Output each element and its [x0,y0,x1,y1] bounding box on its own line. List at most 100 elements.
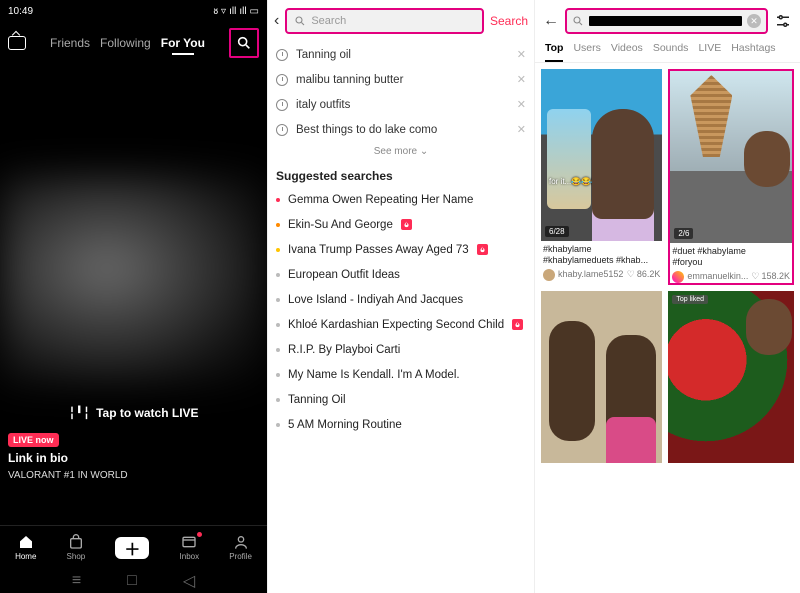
result-thumbnail: for it...😂😂😂 6/28 [541,69,662,241]
result-tab-videos[interactable]: Videos [611,42,643,62]
result-tab-users[interactable]: Users [573,42,600,62]
suggested-search-row[interactable]: Gemma Owen Repeating Her Name [268,187,534,212]
remove-icon[interactable]: ✕ [517,48,526,61]
search-input[interactable]: ✕ [565,8,768,34]
equalizer-icon: ╎╹╎ [68,406,90,420]
recent-search-text: italy outfits [296,99,350,111]
inbox-notification-dot [197,532,202,537]
rank-dot [276,298,280,302]
suggested-search-row[interactable]: 5 AM Morning Routine [268,412,534,437]
result-tab-top[interactable]: Top [545,42,563,62]
nav-inbox[interactable]: Inbox [180,534,200,561]
suggested-search-row[interactable]: Love Island - Indiyah And Jacques [268,287,534,312]
filter-icon[interactable] [774,12,792,30]
avatar [543,269,555,281]
result-card[interactable]: for it...😂😂😂 6/28 #khabylame #khabylamed… [541,69,662,285]
tab-following[interactable]: Following [100,36,151,50]
live-tv-icon[interactable] [8,36,26,50]
pager-badge: 6/28 [545,226,569,237]
clock-icon [276,124,288,136]
suggested-search-row[interactable]: European Outfit Ideas [268,262,534,287]
recent-search-row[interactable]: malibu tanning butter✕ [276,67,526,92]
search-results-panel: ← ✕ Top Users Videos Sounds LIVE Hashtags for… [534,0,800,593]
result-tab-sounds[interactable]: Sounds [653,42,689,62]
like-count: 86.2K [637,269,661,280]
bell-icon: ᴕ [213,6,218,17]
rank-dot [276,323,280,327]
plus-icon: ＋ [115,537,149,559]
recent-search-row[interactable]: Best things to do lake como✕ [276,117,526,142]
rank-dot [276,348,280,352]
recent-search-row[interactable]: italy outfits ✕ [276,92,526,117]
live-now-badge: LIVE now [8,433,59,447]
home-button-icon[interactable]: □ [127,572,137,590]
bottom-nav: Home Shop ＋ Inbox Profile [0,525,267,569]
nav-inbox-label: Inbox [180,552,200,561]
chevron-down-icon: ⌄ [420,146,428,157]
suggested-title: Suggested searches [268,167,534,187]
hashtag-line: #foryou [672,257,790,268]
hashtag-line: #khabylame [543,244,660,255]
suggested-search-row[interactable]: Ekin-Su And George [268,212,534,237]
tab-for-you[interactable]: For You [161,36,205,50]
fire-icon [477,244,488,255]
status-time: 10:49 [8,6,33,17]
nav-profile[interactable]: Profile [229,534,252,561]
result-card[interactable] [541,291,662,463]
tab-friends[interactable]: Friends [50,36,90,50]
suggested-search-row[interactable]: My Name Is Kendall. I'm A Model. [268,362,534,387]
result-tab-live[interactable]: LIVE [698,42,721,62]
wifi-icon: ▿ [221,6,226,17]
suggested-search-row[interactable]: Tanning Oil [268,387,534,412]
see-more-button[interactable]: See more ⌄ [268,142,534,167]
result-thumbnail: Top liked [668,291,794,463]
caption-title: Link in bio [8,451,68,465]
nav-home[interactable]: Home [15,534,36,561]
suggested-text: Gemma Owen Repeating Her Name [288,194,473,206]
home-icon [17,534,35,550]
signal-icon: ıll [239,6,246,17]
suggested-text: Ivana Trump Passes Away Aged 73 [288,244,469,256]
nav-create[interactable]: ＋ [115,537,149,559]
battery-icon: ▭ [250,6,259,17]
pager-badge: 2/6 [674,228,693,239]
inbox-icon [180,534,198,550]
status-bar: 10:49 ᴕ ▿ ıll ıll ▭ [0,0,267,20]
suggested-text: Khloé Kardashian Expecting Second Child [288,319,504,331]
result-card[interactable]: Top liked [668,291,794,463]
clock-icon [276,99,288,111]
result-tab-hashtags[interactable]: Hashtags [731,42,775,62]
feed-video[interactable]: ╎╹╎ Tap to watch LIVE LIVE now Link in b… [0,64,267,525]
tap-live-text: Tap to watch LIVE [96,406,198,420]
search-button[interactable]: Search [490,14,528,28]
nav-shop[interactable]: Shop [67,534,86,561]
clear-icon[interactable]: ✕ [747,14,761,28]
suggested-search-row[interactable]: Ivana Trump Passes Away Aged 73 [268,237,534,262]
remove-icon[interactable]: ✕ [517,98,526,111]
back-icon[interactable]: ← [543,12,559,30]
search-input[interactable]: Search [285,8,484,34]
tap-to-watch-live[interactable]: ╎╹╎ Tap to watch LIVE [0,406,267,420]
suggested-search-row[interactable]: Khloé Kardashian Expecting Second Child [268,312,534,337]
results-header: ← ✕ [535,0,800,38]
clock-icon [276,49,288,61]
status-icons: ᴕ ▿ ıll ıll ▭ [213,6,259,17]
like-count: 158.2K [761,271,790,282]
remove-icon[interactable]: ✕ [517,123,526,136]
back-icon[interactable]: ‹ [274,12,279,30]
back-button-icon[interactable]: ◁ [183,571,195,591]
suggested-search-row[interactable]: R.I.P. By Playboi Carti [268,337,534,362]
remove-icon[interactable]: ✕ [517,73,526,86]
search-placeholder: Search [311,15,346,27]
search-icon[interactable] [229,28,259,58]
result-card[interactable]: 2/6 #duet #khabylame #foryou emmanuelkin… [668,69,794,285]
suggested-list: Gemma Owen Repeating Her Name Ekin-Su An… [268,187,534,437]
recent-apps-icon[interactable]: ≡ [72,572,81,590]
suggested-text: Tanning Oil [288,394,346,406]
recent-search-row[interactable]: Tanning oil✕ [276,42,526,67]
feed-tabs: Friends Following For You [38,36,217,50]
shop-icon [67,534,85,550]
fire-icon [401,219,412,230]
thumbnail-overlay-text: for it...😂😂😂 [549,177,601,186]
feed-header: Friends Following For You [0,20,267,64]
